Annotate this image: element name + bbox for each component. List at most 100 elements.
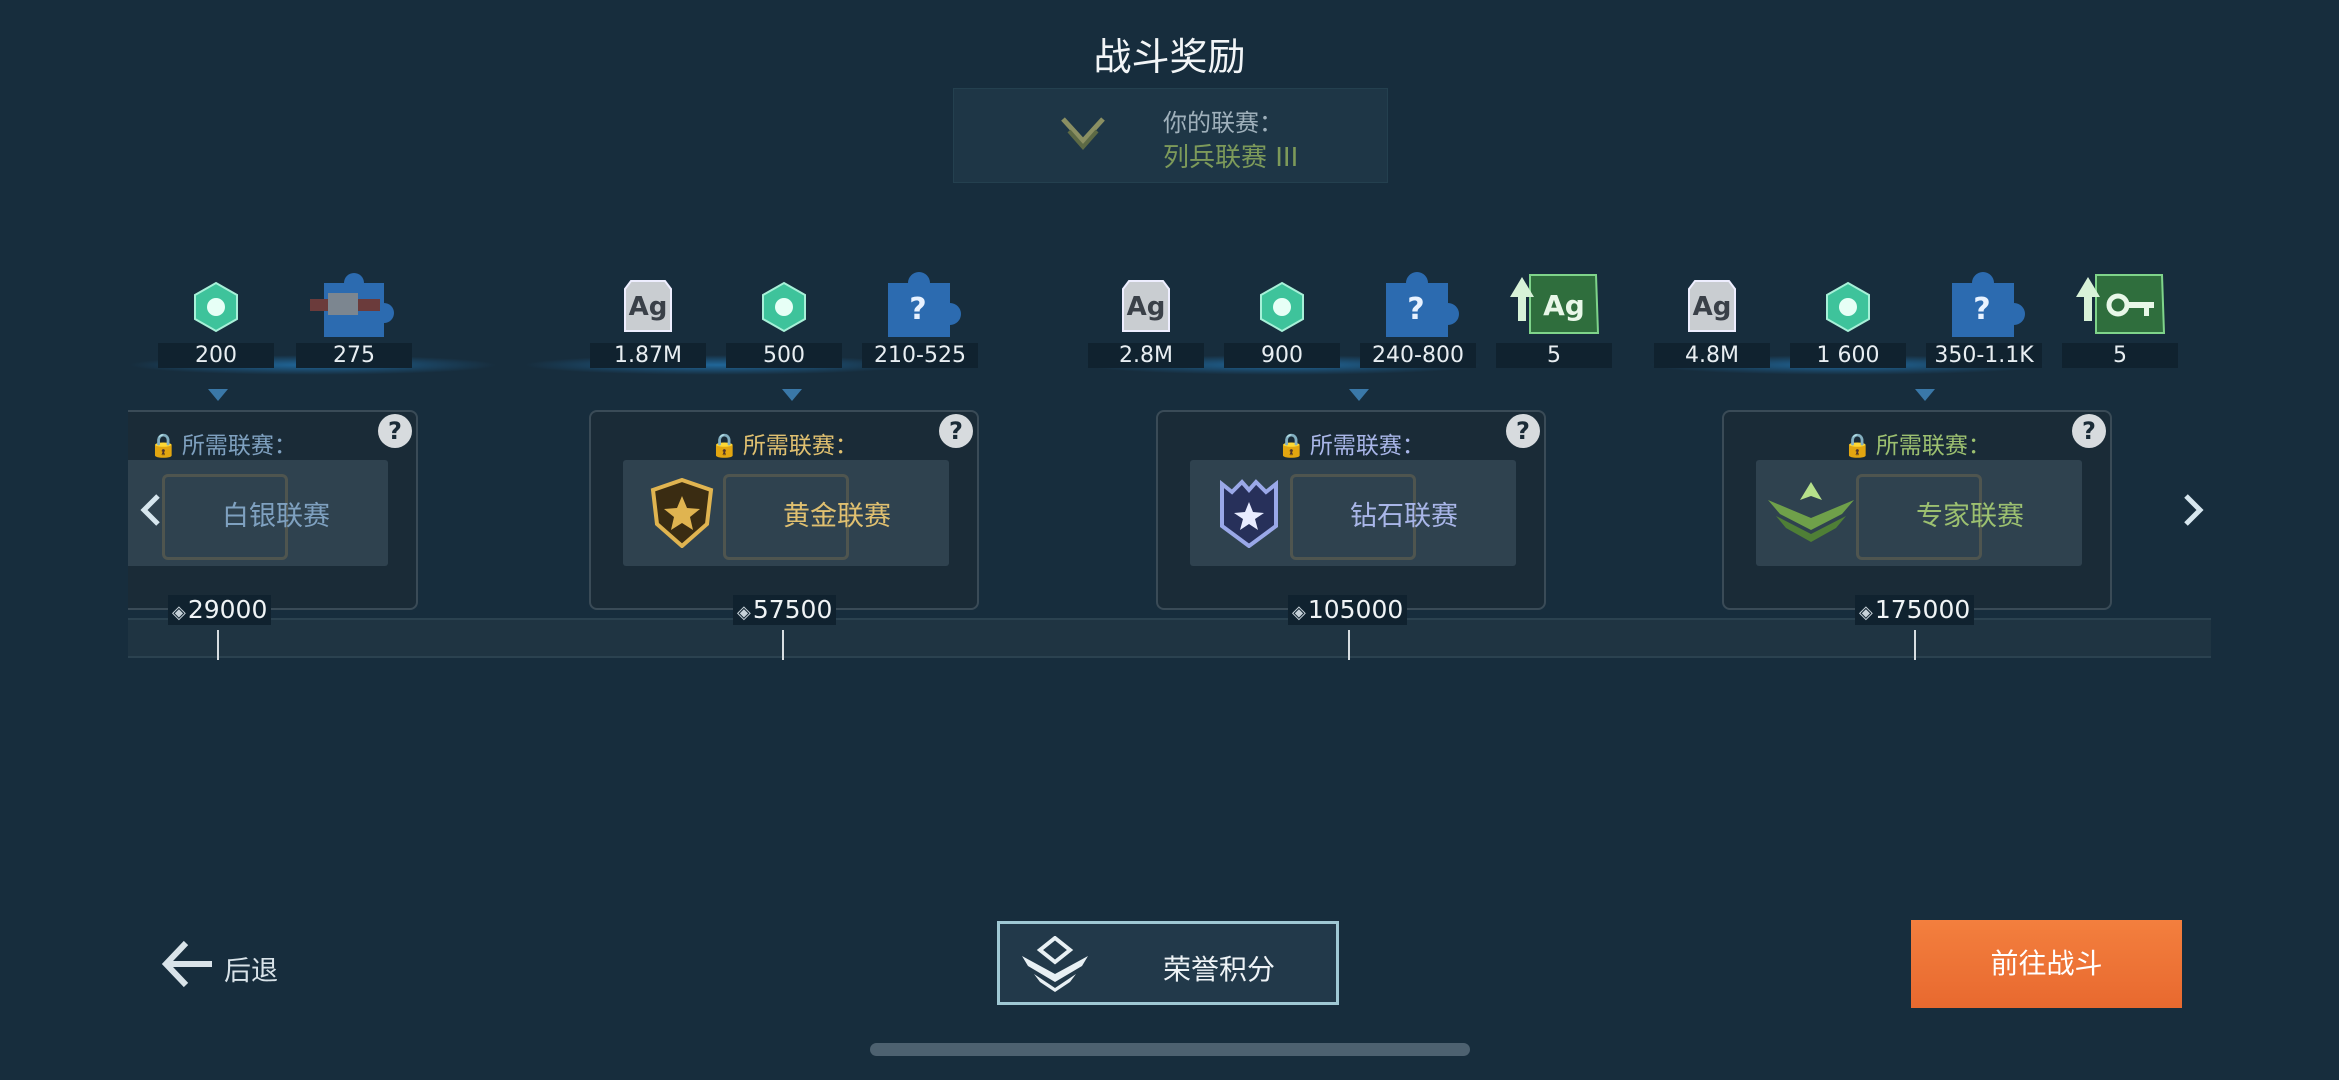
lock-icon: 🔒 — [149, 433, 178, 459]
gem-icon — [762, 281, 806, 333]
rank-chevron-icon — [1061, 117, 1105, 151]
key-boost-icon — [2076, 274, 2166, 334]
mystery-puzzle-icon: ? — [888, 272, 961, 337]
page-title: 战斗奖励 — [1093, 35, 1246, 79]
svg-text:?: ? — [1407, 292, 1424, 327]
reward-silver[interactable]: Ag 4.8M — [1654, 255, 1770, 375]
league-name: 白银联赛 — [222, 501, 330, 532]
chest-preview: 钻石联赛 — [1190, 460, 1516, 566]
reward-silver[interactable]: Ag 1.87M — [590, 255, 706, 375]
gold-league-badge-icon — [650, 478, 714, 548]
league-name: 黄金联赛 — [783, 501, 891, 532]
required-league-label: 🔒 所需联赛： — [710, 433, 858, 459]
diamond-league-badge-icon — [1220, 479, 1278, 548]
puzzle-piece-icon — [310, 273, 394, 337]
svg-text:Ag: Ag — [1693, 292, 1732, 322]
scroll-left-icon[interactable] — [136, 490, 166, 530]
group-glow — [523, 355, 913, 375]
chest-card-expert[interactable]: ? 🔒 所需联赛： 专家联赛 — [1722, 410, 2112, 610]
svg-text:?: ? — [909, 292, 926, 327]
gem-icon — [194, 281, 238, 333]
go-battle-label: 前往战斗 — [1990, 947, 2103, 980]
reward-silver-boost[interactable]: Ag 5 — [1496, 255, 1612, 375]
track-tick — [1348, 630, 1350, 660]
reward-gem[interactable]: 200 — [158, 255, 274, 375]
honor-emblem-icon — [1022, 936, 1088, 992]
chest-preview: 专家联赛 — [1756, 460, 2082, 566]
score-threshold: ◈175000 — [1855, 595, 1975, 625]
track-tick — [1914, 630, 1916, 660]
honor-points-button[interactable]: 荣誉积分 — [997, 921, 1339, 1005]
reward-amount: 1.87M — [590, 343, 706, 368]
league-name: 专家联赛 — [1916, 501, 2024, 532]
gem-icon — [1260, 281, 1304, 333]
league-name: 钻石联赛 — [1350, 501, 1458, 532]
gem-icon — [1826, 281, 1870, 333]
reward-amount: 2.8M — [1088, 343, 1204, 368]
lock-icon: 🔒 — [1277, 433, 1306, 459]
scroll-right-icon[interactable] — [2178, 490, 2208, 530]
reward-amount: 200 — [158, 343, 274, 368]
svg-text:Ag: Ag — [1127, 292, 1166, 322]
svg-text:Ag: Ag — [629, 292, 668, 322]
reward-amount: 350-1.1K — [1926, 343, 2042, 368]
honor-point-icon: ◈ — [172, 602, 186, 623]
lock-icon: 🔒 — [710, 433, 739, 459]
silver-icon: Ag — [1688, 280, 1736, 332]
silver-icon: Ag — [1122, 280, 1170, 332]
chest-pointer — [1349, 389, 1369, 401]
reward-amount: 275 — [296, 343, 412, 368]
reward-item-part[interactable]: 275 — [296, 255, 412, 375]
back-arrow-icon — [161, 940, 212, 988]
reward-amount: 210-525 — [862, 343, 978, 368]
reward-amount: 1 600 — [1790, 343, 1906, 368]
reward-key-boost[interactable]: 5 — [2062, 255, 2178, 375]
reward-amount: 5 — [1496, 343, 1612, 368]
chest-pointer — [782, 389, 802, 401]
track-tick — [782, 630, 784, 660]
reward-amount: 5 — [2062, 343, 2178, 368]
go-battle-button[interactable]: 前往战斗 — [1911, 920, 2182, 1008]
honor-point-icon: ◈ — [1292, 602, 1306, 623]
track-tick — [217, 630, 219, 660]
chest-preview: 白银联赛 — [128, 460, 388, 566]
reward-amount: 4.8M — [1654, 343, 1770, 368]
reward-amount: 900 — [1224, 343, 1340, 368]
score-threshold: ◈57500 — [733, 595, 837, 625]
home-indicator[interactable] — [870, 1043, 1470, 1056]
silver-boost-icon: Ag — [1510, 274, 1600, 334]
chest-pointer — [1915, 389, 1935, 401]
silver-icon: Ag — [624, 280, 672, 332]
required-league-label: 🔒 所需联赛： — [1843, 433, 1991, 459]
required-league-label: 🔒 所需联赛： — [1277, 433, 1425, 459]
chest-card-silver[interactable]: ? 🔒 所需联赛： 白银联赛 — [128, 410, 418, 610]
chest-card-diamond[interactable]: ? 🔒 所需联赛： 钻石联赛 — [1156, 410, 1546, 610]
reward-random-part[interactable]: ? 350-1.1K — [1926, 255, 2042, 375]
chest-card-gold[interactable]: ? 🔒 所需联赛： 黄金联赛 — [589, 410, 979, 610]
chest-preview: 黄金联赛 — [623, 460, 949, 566]
reward-gem[interactable]: 900 — [1224, 255, 1340, 375]
chest-pointer — [208, 389, 228, 401]
your-league-value: 列兵联赛 III — [1163, 143, 1299, 173]
lock-icon: 🔒 — [1843, 433, 1872, 459]
honor-point-icon: ◈ — [1859, 602, 1873, 623]
reward-gem[interactable]: 1 600 — [1790, 255, 1906, 375]
score-threshold: ◈29000 — [168, 595, 272, 625]
svg-text:Ag: Ag — [1543, 289, 1585, 322]
back-label: 后退 — [224, 956, 278, 987]
mystery-puzzle-icon: ? — [1386, 272, 1459, 337]
reward-amount: 500 — [726, 343, 842, 368]
honor-point-icon: ◈ — [737, 602, 751, 623]
required-league-label: 🔒 所需联赛： — [149, 433, 297, 459]
expert-league-badge-icon — [1768, 482, 1854, 542]
reward-silver[interactable]: Ag 2.8M — [1088, 255, 1204, 375]
honor-points-label: 荣誉积分 — [1163, 953, 1276, 986]
your-league-label: 你的联赛： — [1163, 109, 1283, 137]
reward-timeline[interactable]: 200 275 Ag 1.87M 500 ? 210-525 Ag 2.8M 9… — [128, 255, 2211, 675]
reward-gem[interactable]: 500 — [726, 255, 842, 375]
your-league-panel[interactable]: 你的联赛： 列兵联赛 III — [953, 88, 1388, 183]
reward-amount: 240-800 — [1360, 343, 1476, 368]
reward-random-part[interactable]: ? 240-800 — [1360, 255, 1476, 375]
svg-text:?: ? — [1973, 292, 1990, 327]
reward-random-part[interactable]: ? 210-525 — [862, 255, 978, 375]
